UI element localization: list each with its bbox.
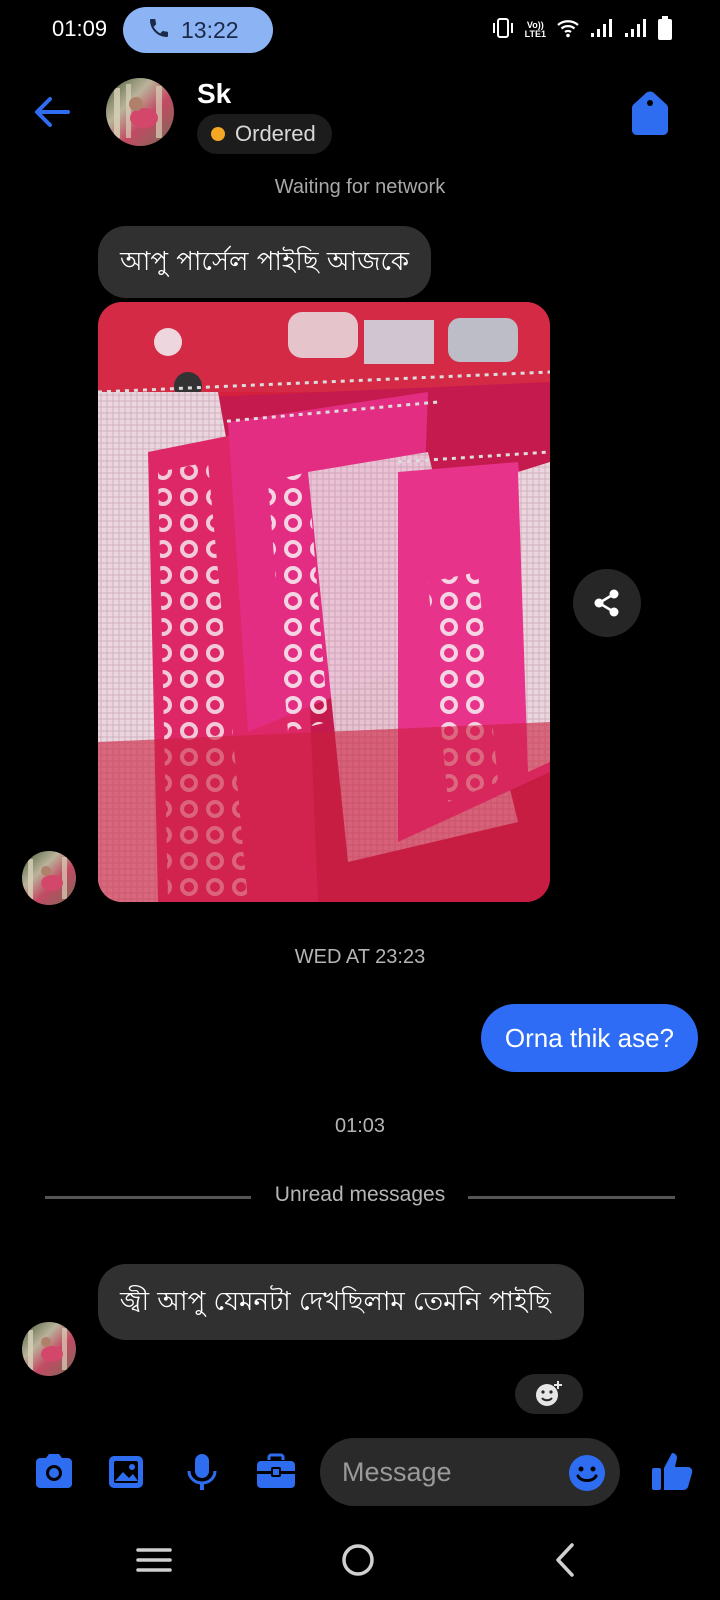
voice-message-button[interactable] (184, 1452, 228, 1492)
message-input[interactable] (342, 1438, 552, 1506)
unread-messages-divider: Unread messages (274, 1183, 446, 1206)
home-circle-icon (342, 1544, 374, 1576)
outgoing-message[interactable]: Orna thik ase? (480, 1004, 698, 1072)
gallery-icon (109, 1456, 143, 1488)
emoji-button[interactable] (568, 1454, 606, 1492)
order-status-label: Ordered (235, 121, 316, 146)
incoming-message[interactable]: আপু পার্সেল পাইছি আজকে (98, 226, 432, 298)
contact-name[interactable]: Sk (197, 78, 231, 110)
chat-header: Sk Ordered (0, 70, 720, 162)
incoming-message[interactable]: জ্বী আপু যেমনটা দেখছিলাম তেমনি পাইছি (98, 1264, 584, 1340)
sender-avatar[interactable] (22, 1322, 76, 1376)
message-input-field[interactable] (320, 1438, 620, 1506)
wifi-icon (556, 18, 580, 42)
ongoing-call-pill[interactable]: 13:22 (123, 7, 273, 53)
status-icons: Vo)) LTE1 (491, 16, 672, 44)
thumbs-up-icon (652, 1453, 693, 1490)
menu-icon (136, 1548, 172, 1572)
tag-icon (632, 91, 668, 135)
add-reaction-button[interactable] (515, 1374, 583, 1414)
phone-icon (147, 16, 171, 44)
sender-avatar[interactable] (22, 851, 76, 905)
battery-icon (658, 16, 672, 44)
network-status: Waiting for network (274, 176, 446, 198)
signal-icon-sim2 (624, 18, 648, 42)
message-composer (0, 1432, 720, 1510)
status-bar: 01:09 13:22 Vo)) LTE1 (0, 0, 720, 60)
briefcase-icon (257, 1453, 295, 1488)
camera-button[interactable] (32, 1452, 76, 1492)
thumbs-up-button[interactable] (650, 1448, 696, 1494)
unread-divider-line-right (468, 1196, 675, 1199)
add-reaction-icon (536, 1381, 562, 1406)
label-tag-button[interactable] (630, 90, 670, 136)
catalog-button[interactable] (254, 1452, 298, 1492)
status-dot-icon (211, 127, 225, 141)
message-timestamp: 01:03 (334, 1115, 386, 1137)
camera-icon (36, 1454, 72, 1488)
signal-icon-sim1 (590, 18, 614, 42)
microphone-icon (187, 1454, 217, 1490)
share-button[interactable] (573, 569, 641, 637)
back-button[interactable] (30, 90, 74, 134)
recent-apps-button[interactable] (132, 1540, 176, 1580)
contact-avatar[interactable] (106, 78, 174, 146)
photo-dupattas-image (98, 302, 550, 902)
chevron-left-icon (556, 1543, 574, 1577)
arrow-left-icon (35, 97, 70, 127)
message-timestamp: WED AT 23:23 (294, 946, 426, 968)
share-icon (594, 589, 619, 617)
call-duration: 13:22 (181, 16, 239, 43)
order-status-badge[interactable]: Ordered (197, 114, 332, 154)
shared-photo[interactable] (98, 302, 550, 902)
status-clock: 01:09 (52, 16, 108, 41)
home-button[interactable] (336, 1540, 380, 1580)
gallery-button[interactable] (106, 1452, 150, 1492)
system-navigation-bar (0, 1530, 720, 1590)
vibrate-icon (491, 17, 515, 43)
volte-indicator: Vo)) LTE1 (524, 20, 546, 39)
back-nav-button[interactable] (544, 1540, 588, 1580)
emoji-icon (569, 1455, 605, 1491)
